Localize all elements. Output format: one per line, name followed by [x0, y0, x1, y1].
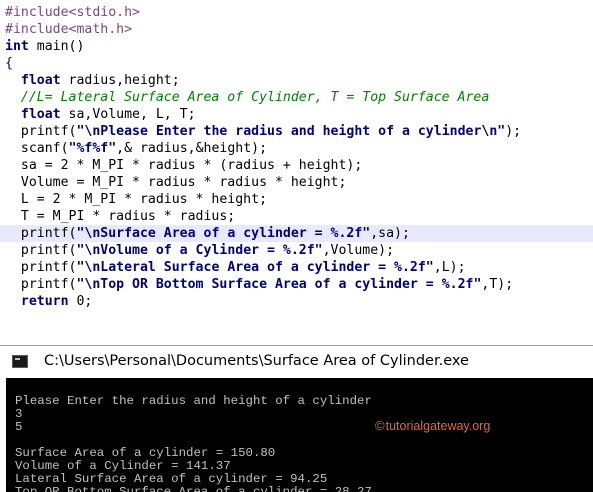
code-token: ,L);: [433, 260, 466, 275]
code-token: "\nSurface Area of a cylinder = %.2f": [76, 226, 371, 241]
code-line: return 0;: [5, 293, 92, 310]
code-token: printf(: [5, 124, 77, 139]
console-title: C:\Users\Personal\Documents\Surface Area…: [44, 353, 469, 369]
watermark-text: tutorialgateway.org: [385, 419, 491, 433]
code-line: int main(): [5, 38, 84, 55]
code-token: T = M_PI * radius * radius;: [5, 209, 236, 224]
console-output: Top OR Bottom Surface Area of a cylinder…: [6, 378, 593, 492]
code-token: ,T);: [481, 277, 514, 292]
code-token: sa,Volume, L, T;: [60, 107, 196, 122]
code-token: "\nLateral Surface Area of a cylinder = …: [76, 260, 434, 275]
console-line: Surface Area of a cylinder = 150.80: [15, 446, 276, 460]
code-token: printf(: [5, 277, 77, 292]
code-token: ,& radius,&height);: [116, 141, 268, 156]
code-token: printf(: [5, 260, 77, 275]
code-token: return: [20, 294, 69, 309]
console-line: 3: [15, 407, 23, 421]
copyright-icon: ©: [375, 418, 385, 433]
code-line: float sa,Volume, L, T;: [5, 106, 196, 123]
console-line: 5: [15, 420, 23, 434]
code-line: T = M_PI * radius * radius;: [5, 208, 235, 225]
code-line: printf("\nPlease Enter the radius and he…: [5, 123, 521, 140]
console-app-icon: [12, 355, 28, 368]
code-token: L = 2 * M_PI * radius * height;: [5, 192, 268, 207]
watermark: ©tutorialgateway.org: [375, 418, 490, 434]
console-line: Top OR Bottom Surface Area of a cylinder…: [15, 485, 372, 492]
code-line: float radius,height;: [5, 72, 180, 89]
code-line: {: [5, 55, 13, 72]
code-line: #include<math.h>: [5, 21, 132, 38]
code-token: radius,height;: [60, 73, 180, 88]
code-line: #include<stdio.h>: [5, 4, 140, 21]
code-line: sa = 2 * M_PI * radius * (radius + heigh…: [5, 157, 362, 174]
code-token: printf(: [5, 243, 77, 258]
code-token: "%f%f": [68, 141, 117, 156]
code-token: sa = 2 * M_PI * radius * (radius + heigh…: [5, 158, 363, 173]
code-token: int: [5, 39, 29, 54]
code-token: 0;: [68, 294, 93, 309]
code-token: #include<math.h>: [5, 22, 133, 37]
code-token: printf(: [5, 226, 77, 241]
code-token: float: [20, 107, 61, 122]
console-line: Volume of a Cylinder = 141.37: [15, 459, 231, 473]
code-token: main(): [28, 39, 85, 54]
console-line: Please Enter the radius and height of a …: [15, 394, 372, 408]
console-line: Lateral Surface Area of a cylinder = 94.…: [15, 472, 328, 486]
code-token: scanf(: [5, 141, 69, 156]
code-token: "\nVolume of a Cylinder = %.2f": [76, 243, 323, 258]
code-line: printf("\nTop OR Bottom Surface Area of …: [5, 276, 513, 293]
code-line: L = 2 * M_PI * radius * height;: [5, 191, 267, 208]
code-editor[interactable]: #include<stdio.h> #include<math.h> int mai…: [0, 0, 593, 345]
code-token: );: [505, 124, 522, 139]
code-token: "\nPlease Enter the radius and height of…: [76, 124, 506, 139]
code-token: //L= Lateral Surface Area of Cylinder, T…: [5, 90, 490, 105]
code-line: scanf("%f%f",& radius,&height);: [5, 140, 267, 157]
code-token: ,sa);: [370, 226, 410, 241]
code-token: #include<stdio.h>: [5, 5, 140, 20]
code-line: printf("\nSurface Area of a cylinder = %…: [0, 225, 593, 242]
code-token: ,Volume);: [322, 243, 395, 258]
code-token: float: [20, 73, 61, 88]
code-line: Volume = M_PI * radius * radius * height…: [5, 174, 347, 191]
code-line: //L= Lateral Surface Area of Cylinder, T…: [5, 89, 489, 106]
code-line: printf("\nLateral Surface Area of a cyli…: [5, 259, 466, 276]
console-titlebar[interactable]: C:\Users\Personal\Documents\Surface Area…: [0, 345, 593, 378]
code-token: "\nTop OR Bottom Surface Area of a cylin…: [76, 277, 482, 292]
code-token: Volume = M_PI * radius * radius * height…: [5, 175, 347, 190]
code-token: {: [5, 56, 13, 71]
code-line: printf("\nVolume of a Cylinder = %.2f",V…: [5, 242, 394, 259]
console-window: C:\Users\Personal\Documents\Surface Area…: [0, 345, 593, 492]
